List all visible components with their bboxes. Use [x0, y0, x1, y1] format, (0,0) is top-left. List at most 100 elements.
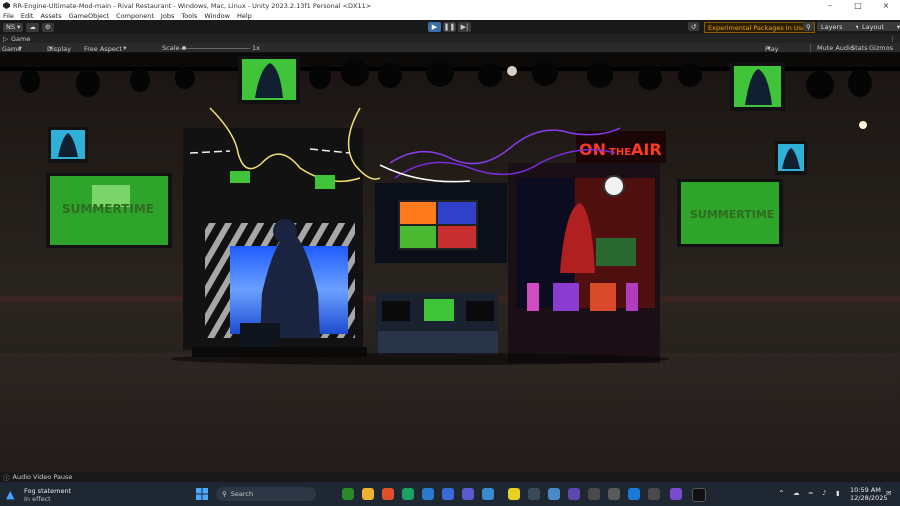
history-icon: ↺ — [691, 22, 697, 31]
layers-dropdown[interactable]: Layers▾ — [817, 22, 863, 31]
settings-icon[interactable] — [528, 488, 540, 500]
clock[interactable]: 10:59 AM 12/28/2025 — [850, 486, 888, 502]
menu-gameobject[interactable]: GameObject — [69, 12, 110, 20]
tray-chevron-icon[interactable]: ⌃ — [778, 489, 785, 498]
display-dropdown[interactable]: Display 1 ▾ — [47, 44, 71, 61]
tab-menu-icon[interactable]: ⋮ — [890, 35, 897, 43]
notifications-icon[interactable]: ✉ — [886, 489, 891, 497]
game-scene: SUMMERTIME SUMMERTIME ON THE AIR — [0, 53, 900, 472]
snapchat-icon[interactable] — [508, 488, 520, 500]
cloud-button[interactable]: ☁ — [26, 22, 39, 32]
taskbar: ▲ Fog statement In effect ⚲ Search ⌃ ☁ ≈… — [0, 482, 900, 506]
clock-time: 10:59 AM — [850, 486, 881, 494]
windows-icon — [196, 488, 208, 500]
menu-file[interactable]: File — [3, 12, 14, 20]
scale-label: Scale — [162, 44, 180, 52]
pause-button[interactable]: ❚❚ — [443, 22, 456, 32]
account-label: NS — [6, 23, 15, 31]
minimize-icon[interactable]: – — [816, 1, 844, 10]
tab-game[interactable]: Game — [11, 35, 30, 43]
pause-icon: ❚❚ — [443, 23, 456, 31]
account-button[interactable]: NS ▾ — [3, 22, 24, 32]
stats-toggle[interactable]: Stats — [851, 44, 868, 52]
close-icon[interactable]: × — [872, 1, 900, 10]
window-title: RR-Engine-Ultimate-Mod-main - Rival Rest… — [13, 1, 372, 10]
screen-right-large: SUMMERTIME — [677, 179, 783, 247]
game-viewport[interactable]: SUMMERTIME SUMMERTIME ON THE AIR — [0, 53, 900, 472]
experimental-label: Experimental Packages In Use — [708, 23, 807, 32]
play-button[interactable]: ▶ — [428, 22, 441, 32]
game-tab-bar: ▷ Game ⋮ — [0, 34, 900, 43]
status-bar: ⓘ Audio Video Pause — [0, 472, 900, 482]
search-icon: ⚲ — [806, 22, 811, 31]
taskbar-search[interactable]: ⚲ Search — [216, 487, 316, 501]
scale-slider[interactable] — [180, 48, 250, 49]
app-icon[interactable] — [482, 488, 494, 500]
status-message: Audio Video Pause — [12, 473, 73, 481]
layout-dropdown[interactable]: Layout ▾ — [858, 22, 900, 31]
start-button[interactable] — [196, 488, 208, 500]
wifi-icon[interactable]: ≈ — [808, 489, 813, 497]
battery-icon[interactable]: ▮ — [836, 489, 840, 497]
menu-help[interactable]: Help — [237, 12, 252, 20]
on-air-sign-3: AIR — [631, 140, 662, 159]
small-sign-right — [315, 175, 335, 189]
menu-bar: File Edit Assets GameObject Component Jo… — [0, 11, 900, 20]
small-sign-left — [230, 171, 250, 183]
discord-icon[interactable] — [462, 488, 474, 500]
maximize-icon[interactable]: □ — [844, 1, 872, 10]
collab-button[interactable]: ⚙ — [41, 22, 54, 32]
file-explorer-icon[interactable] — [342, 488, 354, 500]
svg-text:SUMMERTIME: SUMMERTIME — [62, 202, 154, 216]
unity-icon[interactable] — [608, 488, 620, 500]
menu-component[interactable]: Component — [116, 12, 154, 20]
step-button[interactable]: ▶| — [458, 22, 471, 32]
history-button[interactable]: ↺ — [688, 22, 700, 31]
photos-icon[interactable] — [548, 488, 560, 500]
menu-edit[interactable]: Edit — [21, 12, 34, 20]
menu-assets[interactable]: Assets — [40, 12, 61, 20]
notification-sub: In effect — [24, 495, 51, 503]
layout-label: Layout — [862, 22, 885, 31]
clock-date: 12/28/2025 — [850, 494, 888, 502]
scale-value: 1x — [252, 44, 260, 52]
gizmos-dropdown[interactable]: Gizmos — [869, 44, 893, 52]
title-bar: RR-Engine-Ultimate-Mod-main - Rival Rest… — [0, 0, 900, 11]
unity-logo-icon — [3, 2, 10, 9]
unity-active-icon[interactable] — [692, 488, 706, 502]
game-mode-dropdown[interactable]: Game ▾ — [2, 44, 22, 53]
main-toolbar: NS ▾ ☁ ⚙ ▶ ❚❚ ▶| ↺ Experimental Packages… — [0, 20, 900, 34]
play-focused-dropdown[interactable]: Play Focused ▾ — [765, 44, 792, 61]
brave-icon[interactable] — [382, 488, 394, 500]
search-icon: ⚲ — [222, 490, 227, 498]
experimental-packages-warning[interactable]: Experimental Packages In Use ▾ — [704, 22, 816, 33]
menu-window[interactable]: Window — [204, 12, 230, 20]
unity-hub-icon[interactable] — [588, 488, 600, 500]
search-button[interactable]: ⚲ — [803, 22, 814, 31]
monitor-top-right — [730, 63, 785, 111]
tray-app-icon[interactable]: ☁ — [793, 489, 800, 497]
outlook-icon[interactable] — [442, 488, 454, 500]
edge-icon[interactable] — [402, 488, 414, 500]
unity-editor-icon[interactable] — [648, 488, 660, 500]
mute-audio-toggle[interactable]: Mute Audio — [817, 44, 854, 52]
scale-slider-handle[interactable] — [182, 46, 186, 50]
folder-icon[interactable] — [362, 488, 374, 500]
menu-jobs[interactable]: Jobs — [161, 12, 174, 20]
vscode-icon[interactable] — [628, 488, 640, 500]
monitor-top-center — [238, 56, 300, 104]
monitor-left-small — [48, 127, 88, 163]
warning-icon: ▲ — [6, 488, 15, 501]
volume-icon[interactable]: ♪ — [822, 489, 826, 497]
play-icon: ▶ — [431, 23, 438, 31]
menu-tools[interactable]: Tools — [181, 12, 197, 20]
store-icon[interactable] — [422, 488, 434, 500]
left-booth — [183, 128, 367, 357]
visual-studio-icon[interactable] — [670, 488, 682, 500]
search-placeholder: Search — [230, 490, 254, 498]
aspect-dropdown[interactable]: Free Aspect ▾ — [84, 44, 127, 53]
game-control-bar: Game ▾ Display 1 ▾ Free Aspect ▾ Scale 1… — [0, 43, 900, 61]
collab-icon: ⚙ — [44, 23, 51, 31]
monitor-right-small — [775, 141, 807, 175]
headset-icon[interactable] — [568, 488, 580, 500]
